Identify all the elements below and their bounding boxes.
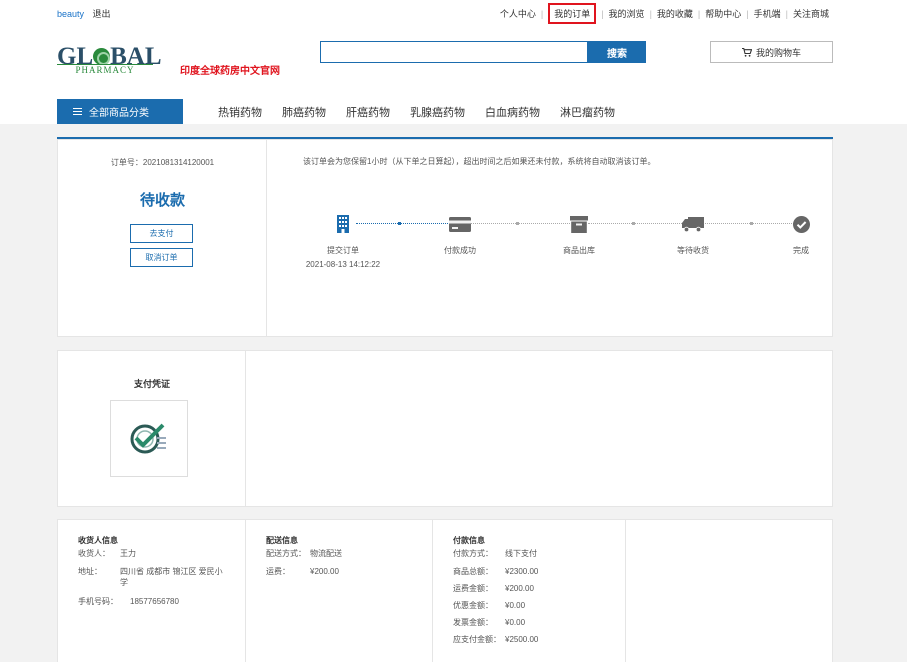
payment-row: 商品总额： ¥2300.00 [453,567,539,576]
logo-subtitle: PHARMACY [57,64,153,75]
delivery-info: 配送信息 配送方式： 物流配送 运费： ¥200.00 [246,520,433,662]
separator: | [649,8,652,19]
approved-stamp-icon [130,423,166,453]
payment-info: 付款信息 付款方式： 线下支付 商品总额： ¥2300.00 运费金额： ¥200.0… [433,520,626,662]
main-nav: 全部商品分类 热销药物 肺癌药物 肝癌药物 乳腺癌药物 白血病药物 淋巴瘤药物 [0,99,907,124]
delivery-title: 配送信息 [266,536,298,545]
payment-row: 付款方式： 线下支付 [453,549,537,558]
order-status-panel: 订单号：2021081314120001 待收款 去支付 取消订单 该订单会为您… [57,139,833,337]
cart-label: 我的购物车 [755,47,801,58]
separator: | [697,8,701,19]
building-icon [337,215,349,233]
receiver-address: 四川省 成都市 锦江区 爱民小学 [120,567,223,587]
order-notice: 该订单会为您保留1小时（从下单之日算起），超出时间之后如果还未付款，系统将自动取… [303,157,656,166]
link-my-orders[interactable]: 我的订单 [548,3,597,24]
step-shipped: 商品出库 [534,212,624,256]
receiver-phone-row: 手机号码： 18577656780 [78,596,235,607]
order-status: 待收款 [139,192,185,209]
truck-icon [682,216,704,232]
link-help-center[interactable]: 帮助中心 [705,7,741,20]
cancel-order-button[interactable]: 取消订单 [130,248,193,267]
step-label: 商品出库 [563,246,595,255]
step-submit-order: 提交订单 2021-08-13 14:12:22 [298,212,388,269]
payment-title: 付款信息 [453,536,485,545]
step-complete: 完成 [756,212,846,256]
globe-icon [93,48,111,65]
separator: | [746,8,749,19]
top-bar: beauty 退出 个人中心 | 我的订单 | 我的浏览 | 我的收藏 | 帮助… [0,0,907,24]
order-progress: 提交订单 2021-08-13 14:12:22 付款成功 商品出库 等待收货 [288,212,818,282]
receiver-name-row: 收货人： 王力 [78,548,225,559]
payment-row: 运费金额： ¥200.00 [453,584,534,593]
check-circle-icon [792,215,810,233]
payment-row: 发票金额： ¥0.00 [453,618,526,627]
nav-item-lymphoma[interactable]: 淋巴瘤药物 [560,104,615,120]
nav-item-leukemia[interactable]: 白血病药物 [485,104,540,120]
username-link[interactable]: beauty [57,9,84,19]
voucher-image[interactable] [110,400,188,477]
step-label: 完成 [793,246,809,255]
link-personal-center[interactable]: 个人中心 [500,7,536,20]
user-area: beauty 退出 [57,7,111,20]
cart-button[interactable]: 我的购物车 [710,41,833,63]
separator: | [540,8,544,19]
link-mobile[interactable]: 手机端 [754,7,781,20]
nav-items: 热销药物 肺癌药物 肝癌药物 乳腺癌药物 白血病药物 淋巴瘤药物 [218,104,615,120]
link-follow-store[interactable]: 关注商城 [793,7,829,20]
order-number: 订单号：2021081314120001 [110,158,215,167]
step-label: 等待收货 [677,246,709,255]
search-input[interactable] [320,41,588,63]
nav-item-hot[interactable]: 热销药物 [218,104,262,120]
all-categories-label: 全部商品分类 [89,108,149,119]
voucher-column: 支付凭证 [58,351,246,506]
all-categories-button[interactable]: 全部商品分类 [57,99,183,124]
link-my-history[interactable]: 我的浏览 [609,7,645,20]
separator: | [601,8,604,19]
step-awaiting-delivery: 等待收货 [648,212,738,256]
top-links: 个人中心 | 我的订单 | 我的浏览 | 我的收藏 | 帮助中心 | 手机端 |… [500,3,829,24]
site-logo[interactable]: GL BAL PHARMACY [57,44,165,78]
cart-icon [741,47,752,57]
link-my-favorites[interactable]: 我的收藏 [657,7,693,20]
separator: | [785,8,788,19]
payment-total-row: 应支付金额： ¥2500.00 [453,635,539,644]
box-icon [570,215,588,233]
order-summary: 订单号：2021081314120001 待收款 去支付 取消订单 [58,140,267,336]
pay-button[interactable]: 去支付 [130,224,193,243]
order-info-panel: 收货人信息 收货人： 王力 地址： 四川省 成都市 锦江区 爱民小学 手机号码：… [57,519,833,662]
receiver-phone: 18577656780 [130,597,179,606]
receiver-address-row: 地址： 四川省 成都市 锦江区 爱民小学 [78,567,223,587]
payment-voucher-panel: 支付凭证 [57,350,833,507]
card-icon [449,216,471,232]
delivery-method: 物流配送 [310,549,342,558]
site-slogan: 印度全球药房中文官网 [180,66,280,77]
delivery-fee-row: 运费： ¥200.00 [266,566,415,577]
menu-icon [73,106,82,117]
receiver-info: 收货人信息 收货人： 王力 地址： 四川省 成都市 锦江区 爱民小学 手机号码：… [58,520,246,662]
step-label: 付款成功 [444,246,476,255]
step-payment-success: 付款成功 [415,212,505,256]
receiver-title: 收货人信息 [78,536,118,545]
receiver-name: 王力 [120,549,136,558]
nav-item-liver-cancer[interactable]: 肝癌药物 [346,104,390,120]
delivery-fee: ¥200.00 [310,567,339,576]
logout-link[interactable]: 退出 [93,9,111,19]
voucher-title: 支付凭证 [133,379,170,389]
nav-item-breast-cancer[interactable]: 乳腺癌药物 [410,104,465,120]
step-label: 提交订单 [327,246,359,255]
delivery-method-row: 配送方式： 物流配送 [266,548,415,559]
nav-item-lung-cancer[interactable]: 肺癌药物 [282,104,326,120]
step-time: 2021-08-13 14:12:22 [305,260,381,269]
search-bar: 搜索 [320,41,646,63]
search-button[interactable]: 搜索 [588,41,646,63]
payment-row: 优惠金额： ¥0.00 [453,601,526,610]
